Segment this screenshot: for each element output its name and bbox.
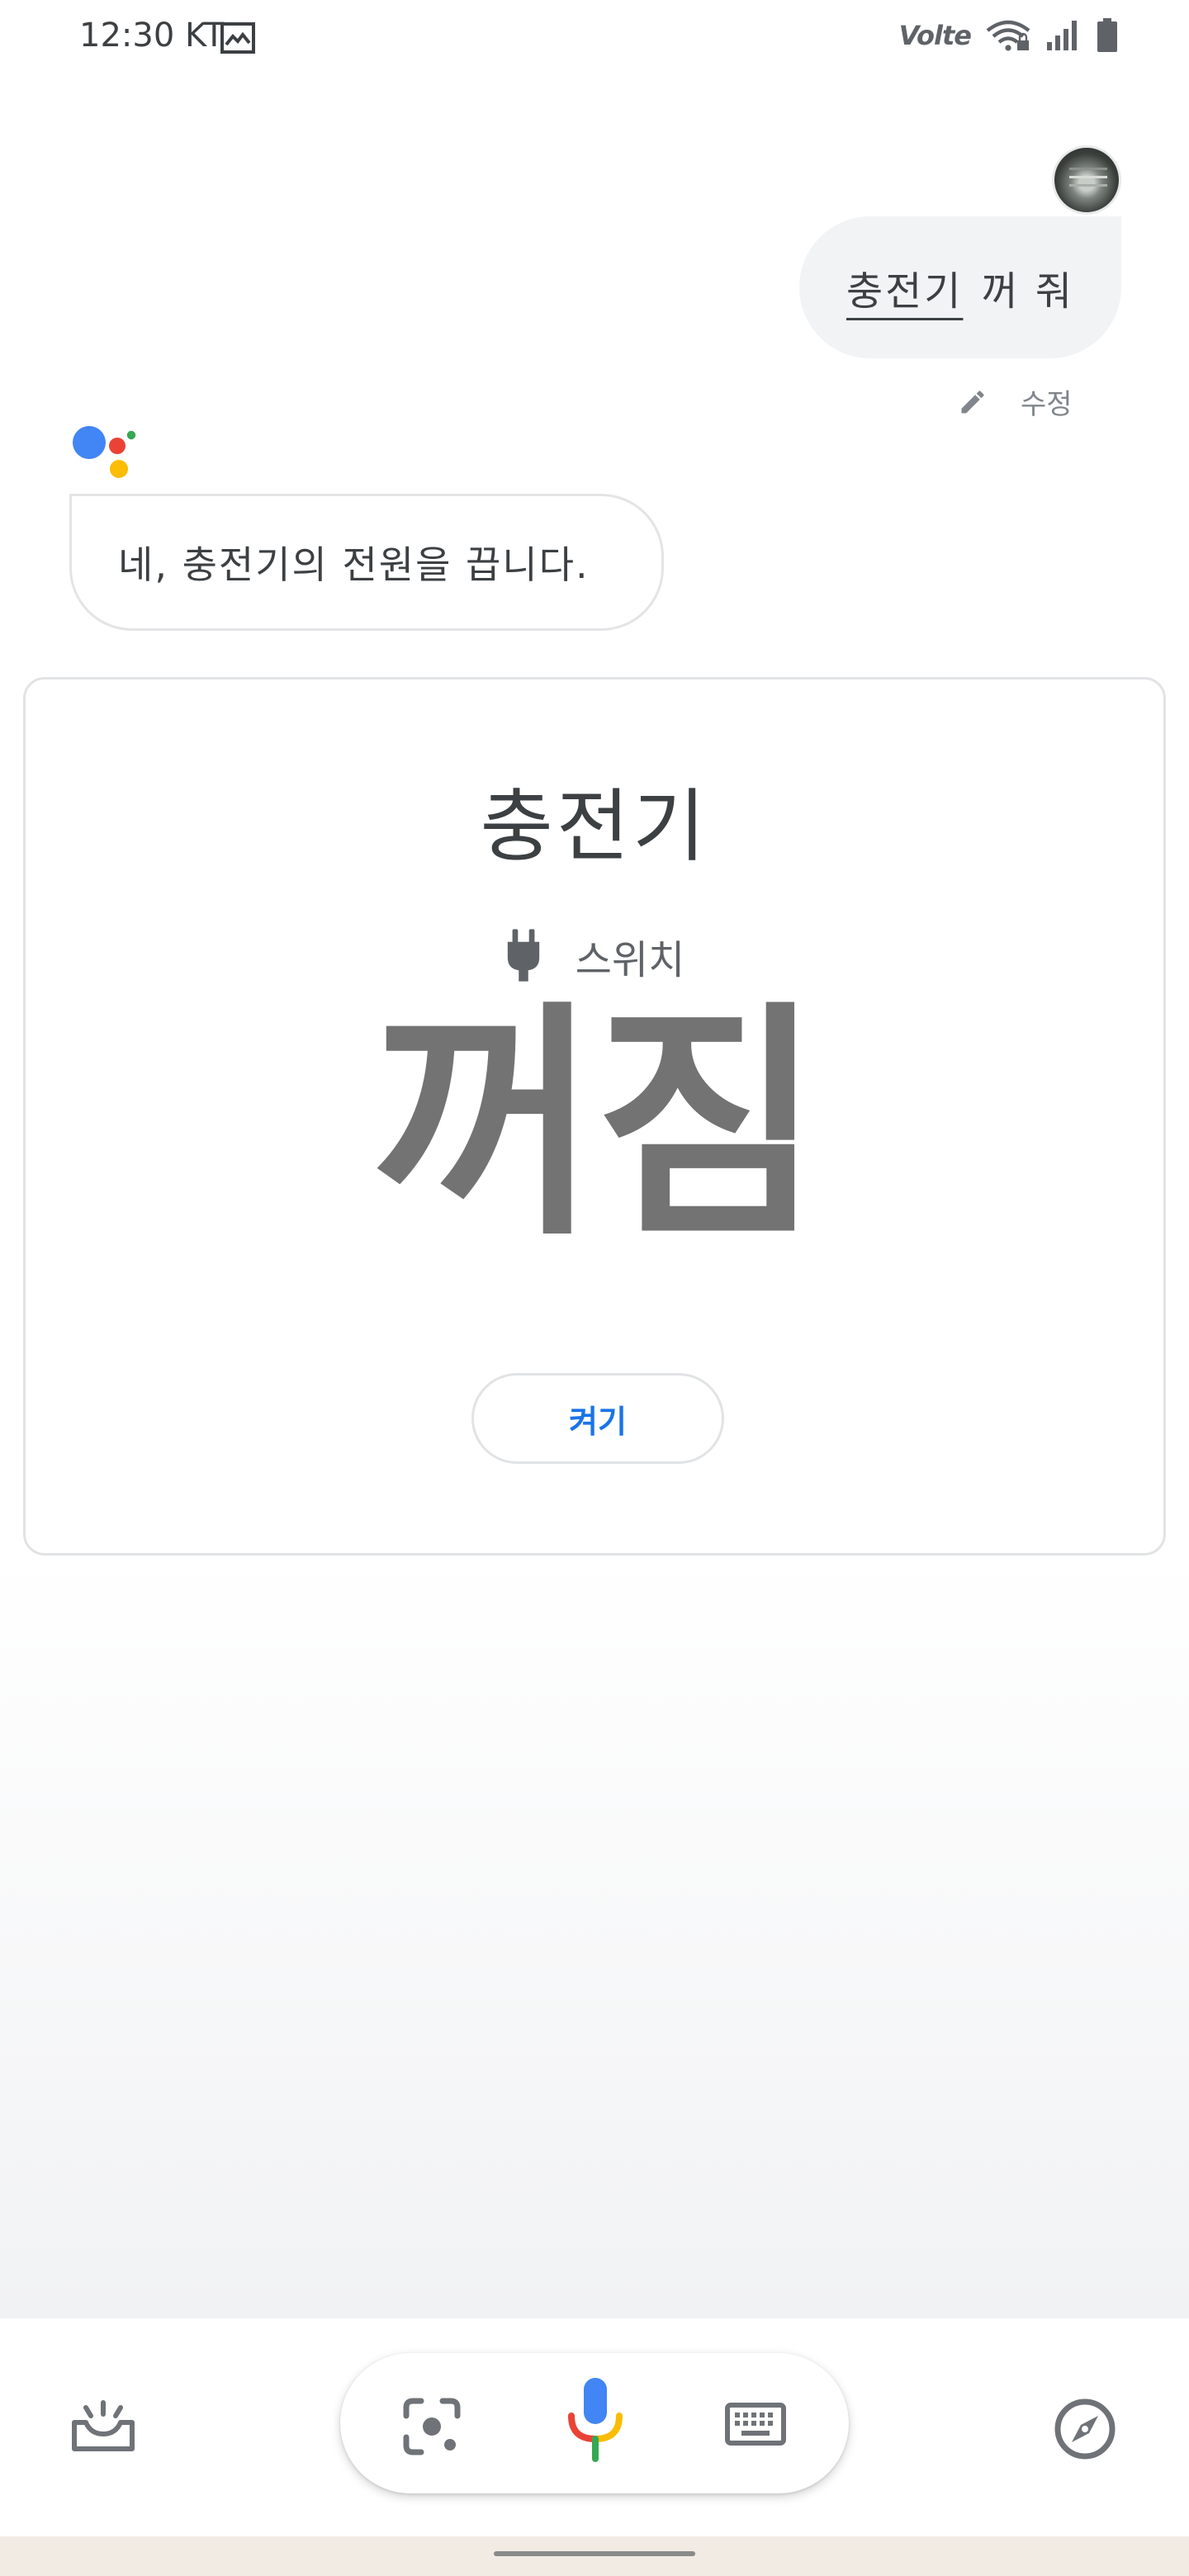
edit-label: 수정	[1021, 388, 1073, 421]
mic-icon[interactable]	[566, 2376, 624, 2462]
image-icon	[220, 22, 255, 54]
navigation-bar	[0, 2536, 1189, 2576]
user-avatar[interactable]	[1052, 145, 1121, 215]
user-query-bubble[interactable]: 충전기 꺼 줘	[799, 216, 1121, 358]
device-type: 스위치	[26, 927, 1163, 985]
edit-query-button[interactable]: 수정	[958, 381, 1073, 422]
device-type-label: 스위치	[575, 937, 685, 983]
google-assistant-icon	[73, 426, 136, 478]
keyboard-icon[interactable]	[725, 2403, 786, 2446]
status-time: 12:30 KT	[79, 17, 225, 54]
assistant-reply-bubble: 네, 충전기의 전원을 끕니다.	[69, 494, 664, 631]
home-gesture-handle[interactable]	[494, 2551, 695, 2556]
battery-icon	[1097, 18, 1117, 52]
device-state: 꺼짐	[372, 981, 822, 1269]
plug-icon	[507, 929, 539, 982]
turn-on-button[interactable]: 켜기	[471, 1373, 724, 1464]
status-icons: Volte	[899, 18, 1118, 53]
updates-tray-icon[interactable]	[71, 2399, 135, 2454]
lens-icon[interactable]	[403, 2398, 461, 2455]
status-bar: 12:30 KT Volte	[0, 0, 1189, 79]
bottom-bar	[0, 2318, 1189, 2536]
explore-compass-icon[interactable]	[1054, 2398, 1116, 2460]
assistant-reply-text: 네, 충전기의 전원을 끕니다.	[118, 542, 590, 587]
signal-icon	[1047, 21, 1077, 50]
input-pill	[340, 2353, 849, 2493]
device-name: 충전기	[480, 780, 709, 873]
query-underlined-word[interactable]: 충전기	[846, 258, 963, 316]
pencil-icon	[961, 390, 984, 413]
device-control-card: 충전기 스위치 꺼짐 켜기	[23, 677, 1166, 1556]
query-rest: 꺼 줘	[981, 268, 1075, 315]
volte-icon: Volte	[898, 20, 972, 51]
carrier: KT	[185, 17, 225, 54]
wifi-icon	[986, 20, 1030, 51]
clock: 12:30	[79, 17, 175, 54]
